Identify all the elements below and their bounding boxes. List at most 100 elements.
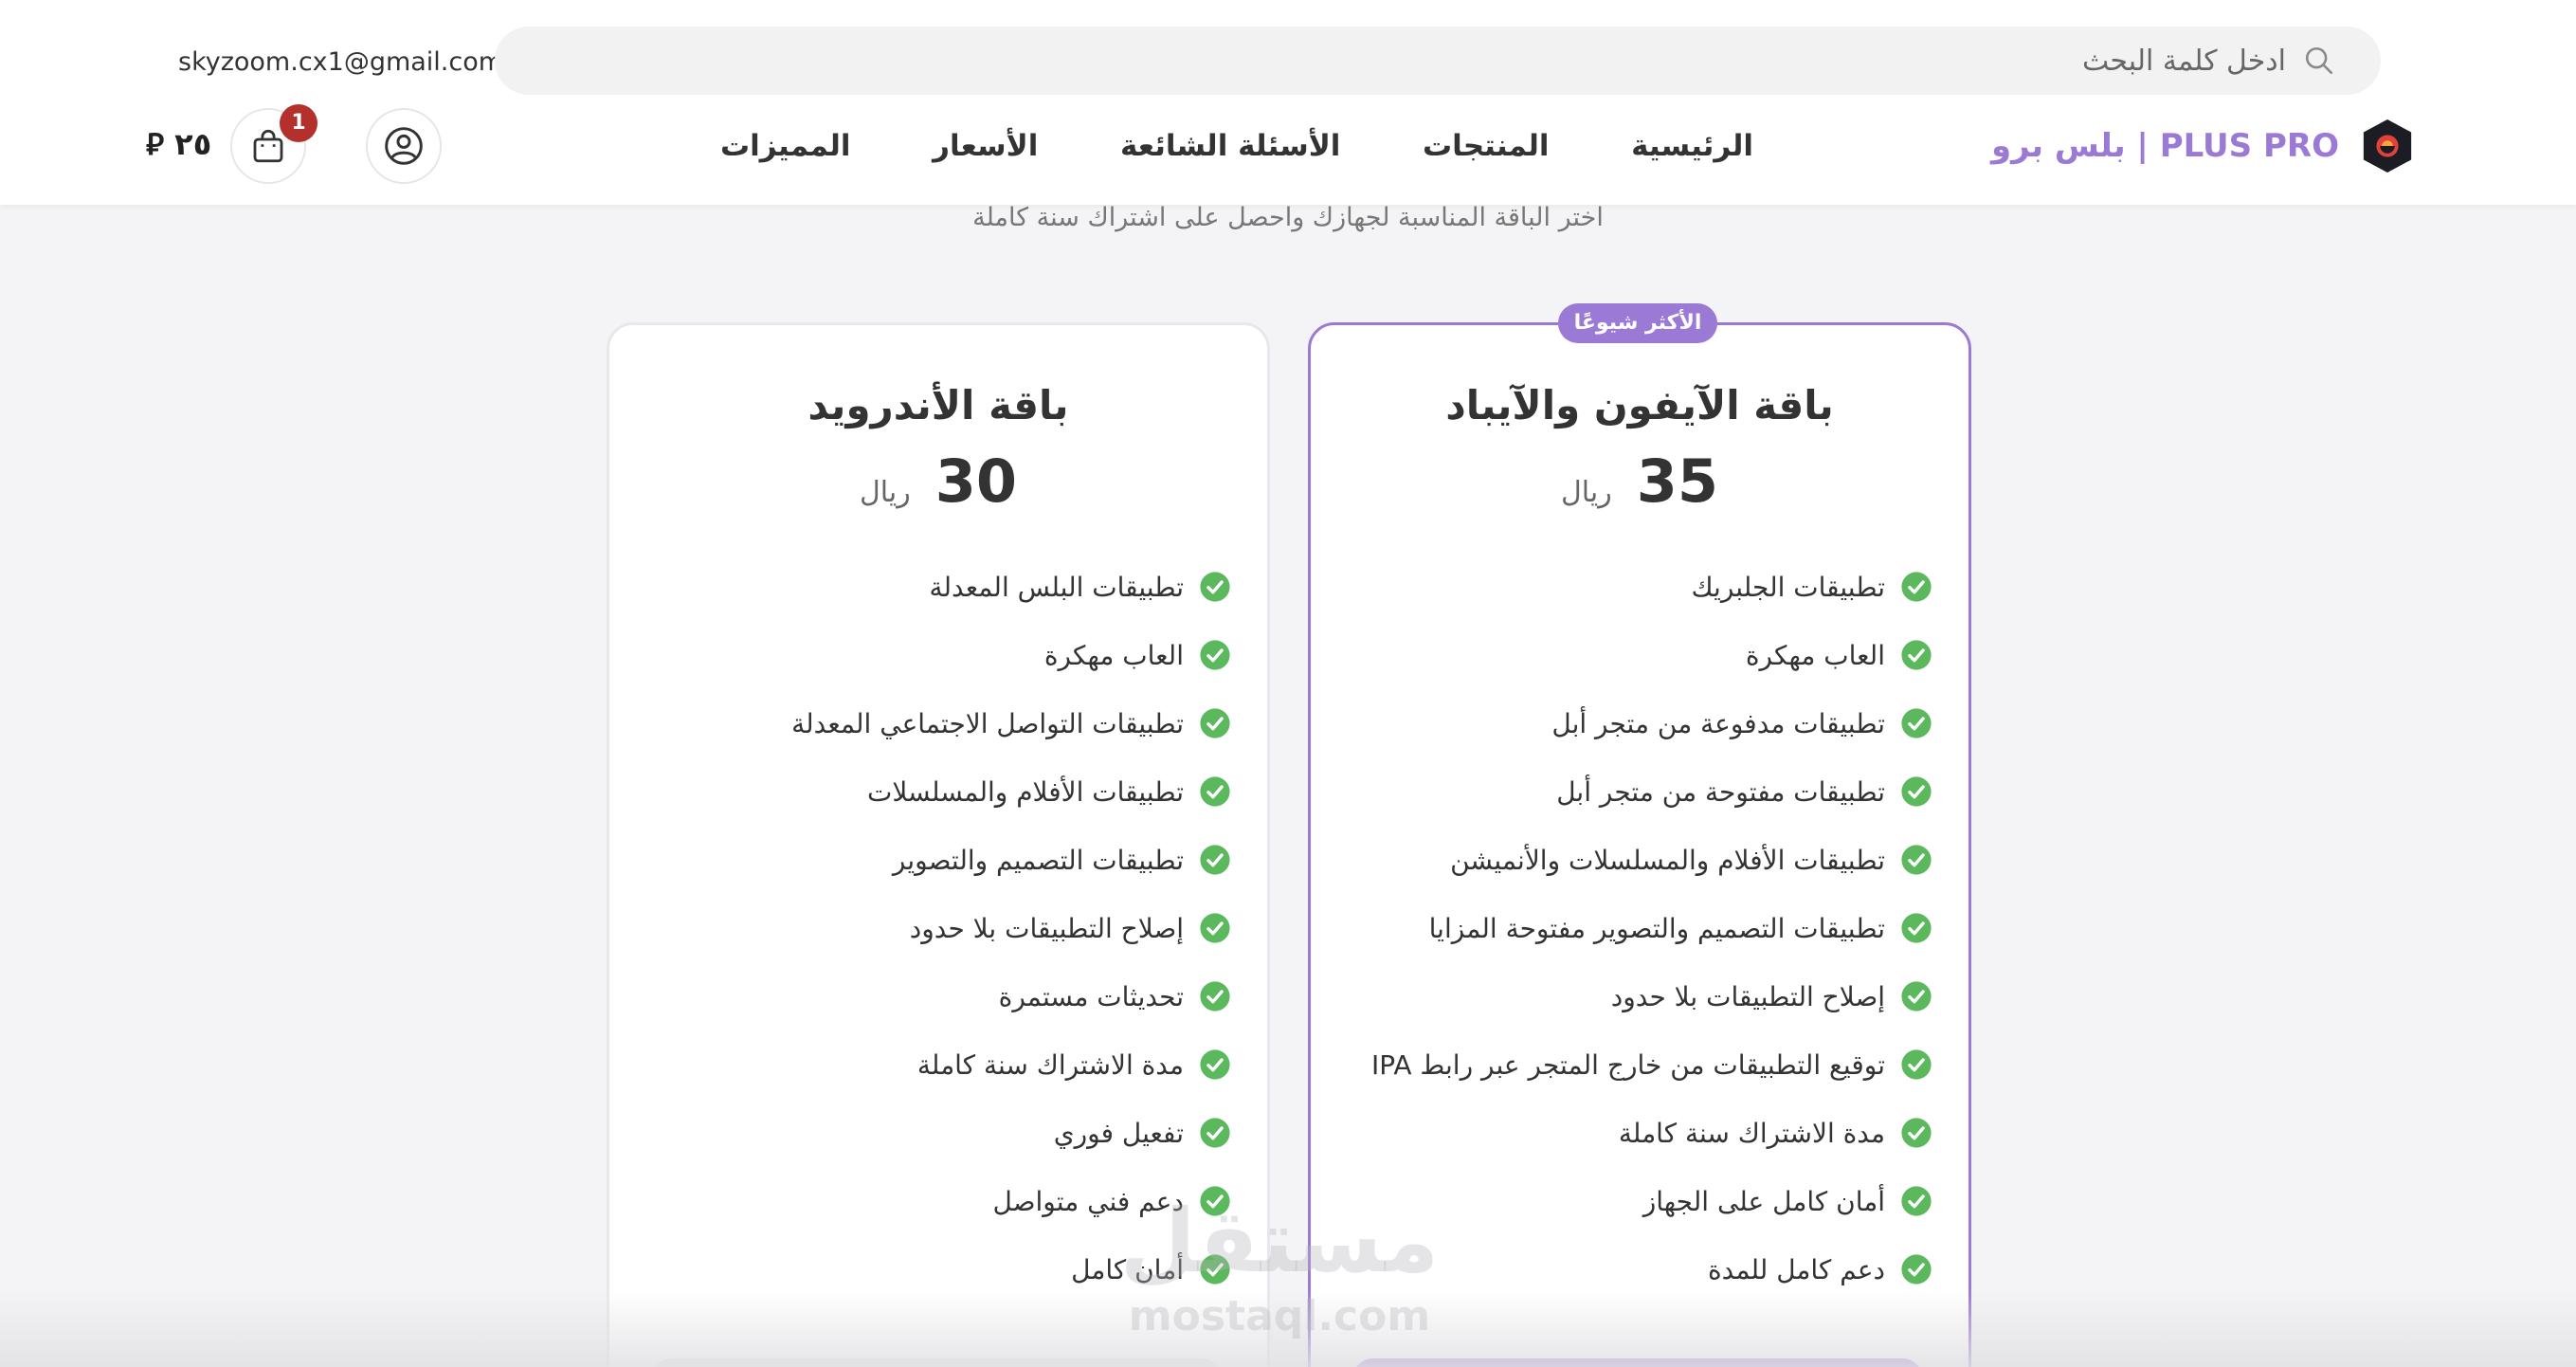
feature-text: تطبيقات التصميم والتصوير مفتوحة المزايا	[1428, 912, 1885, 944]
check-circle-icon	[1901, 708, 1932, 738]
plan-price: ريال 35	[1311, 447, 1968, 516]
feature-text: تطبيقات مفتوحة من متجر أبل	[1556, 775, 1885, 808]
price-value: 35	[1636, 447, 1719, 516]
feature-item: إصلاح التطبيقات بلا حدود	[1330, 962, 1932, 1030]
feature-text: أمان كامل	[1071, 1253, 1184, 1285]
check-circle-icon	[1901, 913, 1932, 943]
feature-text: إصلاح التطبيقات بلا حدود	[909, 912, 1184, 944]
pricing-subtitle: اختر الباقة المناسبة لجهازك واحصل على اش…	[972, 203, 1604, 232]
nav-item-home[interactable]: الرئيسية	[1631, 129, 1753, 163]
most-popular-badge: الأكثر شيوعًا	[1558, 303, 1717, 343]
feature-text: تطبيقات الجلبريك	[1691, 571, 1885, 603]
price-currency: ريال	[1560, 476, 1612, 509]
check-circle-icon	[1901, 640, 1932, 670]
feature-item: العاب مهكرة	[1330, 621, 1932, 689]
bottom-fade	[0, 1289, 2576, 1367]
nav-item-products[interactable]: المنتجات	[1423, 129, 1550, 163]
brand-logo-icon[interactable]	[2360, 118, 2415, 174]
price-currency: ريال	[859, 476, 911, 509]
check-circle-icon	[1200, 981, 1230, 1012]
check-circle-icon	[1901, 1186, 1932, 1216]
feature-item: تطبيقات التصميم والتصوير	[628, 826, 1231, 894]
check-circle-icon	[1901, 1254, 1932, 1285]
check-circle-icon	[1901, 572, 1932, 602]
feature-text: تفعيل فوري	[1053, 1117, 1184, 1149]
feature-text: العاب مهكرة	[1745, 639, 1885, 671]
feature-item: تطبيقات التصميم والتصوير مفتوحة المزايا	[1330, 894, 1932, 962]
plan-card-ios: باقة الآيفون والآيباد ريال 35 تطبيقات ال…	[1308, 322, 1971, 1367]
search-input[interactable]: ادخل كلمة البحث	[495, 27, 2381, 95]
check-circle-icon	[1901, 981, 1932, 1012]
check-circle-icon	[1200, 708, 1230, 738]
check-circle-icon	[1200, 776, 1230, 807]
feature-text: توقيع التطبيقات من خارج المتجر عبر رابط …	[1371, 1048, 1885, 1081]
feature-item: أمان كامل على الجهاز	[1330, 1167, 1932, 1235]
feature-item: العاب مهكرة	[628, 621, 1231, 689]
check-circle-icon	[1200, 913, 1230, 943]
feature-item: دعم فني متواصل	[628, 1167, 1231, 1235]
feature-text: دعم فني متواصل	[992, 1185, 1184, 1217]
search-placeholder: ادخل كلمة البحث	[2081, 44, 2286, 78]
feature-item: إصلاح التطبيقات بلا حدود	[628, 894, 1231, 962]
feature-text: تطبيقات التواصل الاجتماعي المعدلة	[791, 707, 1184, 739]
user-email: skyzoom.cx1@gmail.com	[178, 47, 504, 77]
feature-item: تطبيقات مدفوعة من متجر أبل	[1330, 689, 1932, 757]
feature-list: تطبيقات الجلبريك العاب مهكرة تطبيقات مدفوع…	[1330, 553, 1932, 1303]
nav-item-faq[interactable]: الأسئلة الشائعة	[1120, 129, 1341, 163]
nav-item-features[interactable]: المميزات	[720, 129, 851, 163]
feature-text: مدة الاشتراك سنة كاملة	[1618, 1117, 1885, 1149]
feature-text: تطبيقات التصميم والتصوير	[892, 844, 1184, 876]
main-nav: الرئيسية المنتجات الأسئلة الشائعة الأسعا…	[720, 119, 1753, 173]
check-circle-icon	[1200, 1254, 1230, 1285]
check-circle-icon	[1901, 845, 1932, 875]
feature-item: دعم كامل للمدة	[1330, 1235, 1932, 1303]
feature-item: توقيع التطبيقات من خارج المتجر عبر رابط …	[1330, 1030, 1932, 1099]
feature-item: تطبيقات الأفلام والمسلسلات والأنميشن	[1330, 826, 1932, 894]
feature-item: تطبيقات التواصل الاجتماعي المعدلة	[628, 689, 1231, 757]
check-circle-icon	[1901, 1118, 1932, 1148]
feature-text: دعم كامل للمدة	[1707, 1253, 1885, 1285]
search-icon	[2305, 46, 2333, 75]
site-header: skyzoom.cx1@gmail.com ادخل كلمة البحث PL…	[0, 0, 2576, 205]
check-circle-icon	[1901, 776, 1932, 807]
check-circle-icon	[1200, 1118, 1230, 1148]
feature-list: تطبيقات البلس المعدلة العاب مهكرة تطبيقات …	[628, 553, 1231, 1303]
feature-item: تفعيل فوري	[628, 1099, 1231, 1167]
plan-title: باقة الآيفون والآيباد	[1445, 382, 1834, 428]
feature-item: مدة الاشتراك سنة كاملة	[1330, 1099, 1932, 1167]
price-value: 30	[934, 447, 1018, 516]
feature-item: مدة الاشتراك سنة كاملة	[628, 1030, 1231, 1099]
plan-price: ريال 30	[609, 447, 1267, 516]
account-button[interactable]	[366, 108, 442, 184]
feature-text: إصلاح التطبيقات بلا حدود	[1610, 980, 1885, 1012]
check-circle-icon	[1200, 640, 1230, 670]
feature-text: تطبيقات الأفلام والمسلسلات والأنميشن	[1450, 844, 1885, 876]
feature-item: تطبيقات الأفلام والمسلسلات	[628, 757, 1231, 826]
feature-text: مدة الاشتراك سنة كاملة	[916, 1048, 1184, 1081]
check-circle-icon	[1200, 1186, 1230, 1216]
subscribe-button-ios[interactable]	[1353, 1358, 1922, 1367]
check-circle-icon	[1901, 1049, 1932, 1080]
plan-title: باقة الأندرويد	[807, 382, 1069, 428]
feature-text: العاب مهكرة	[1043, 639, 1184, 671]
check-circle-icon	[1200, 1049, 1230, 1080]
feature-item: تطبيقات الجلبريك	[1330, 553, 1932, 621]
feature-text: تحديثات مستمرة	[998, 980, 1184, 1012]
feature-item: تطبيقات مفتوحة من متجر أبل	[1330, 757, 1932, 826]
check-circle-icon	[1200, 845, 1230, 875]
check-circle-icon	[1200, 572, 1230, 602]
feature-item: تطبيقات البلس المعدلة	[628, 553, 1231, 621]
feature-item: أمان كامل	[628, 1235, 1231, 1303]
plan-card-android: باقة الأندرويد ريال 30 تطبيقات البلس الم…	[607, 322, 1270, 1367]
feature-text: أمان كامل على الجهاز	[1642, 1185, 1885, 1217]
feature-item: تحديثات مستمرة	[628, 962, 1231, 1030]
feature-text: تطبيقات الأفلام والمسلسلات	[866, 775, 1184, 808]
nav-item-pricing[interactable]: الأسعار	[933, 129, 1038, 163]
user-icon	[385, 127, 423, 165]
feature-text: تطبيقات مدفوعة من متجر أبل	[1551, 707, 1885, 739]
brand-name[interactable]: PLUS PRO | بلس برو	[1991, 119, 2339, 173]
cart-count-badge: 1	[280, 104, 317, 142]
cart-total: ٢٥ ⃁	[146, 126, 212, 162]
subscribe-button-android[interactable]	[652, 1358, 1221, 1367]
feature-text: تطبيقات البلس المعدلة	[929, 571, 1185, 603]
